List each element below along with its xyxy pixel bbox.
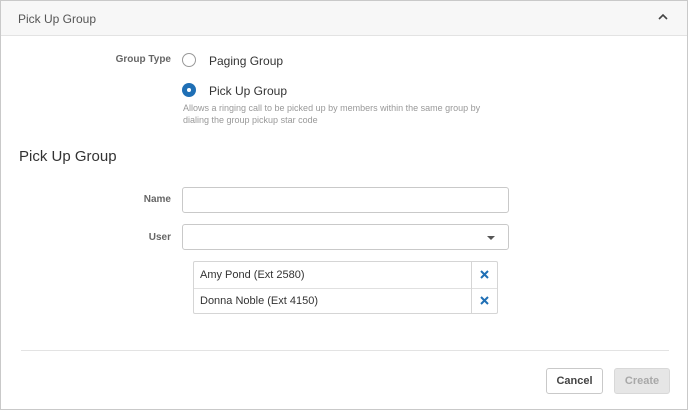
cancel-button[interactable]: Cancel: [546, 368, 603, 394]
section-title: Pick Up Group: [19, 148, 117, 165]
radio-label-paging-group: Paging Group: [209, 54, 284, 68]
user-select[interactable]: [182, 224, 509, 250]
list-item: Donna Noble (Ext 4150): [194, 288, 497, 313]
user-name: Amy Pond (Ext 2580): [200, 269, 305, 281]
close-icon: [480, 296, 489, 305]
pickup-group-panel: Pick Up Group Group Type Paging Group Pi…: [0, 0, 688, 410]
panel-title: Pick Up Group: [18, 12, 97, 26]
user-name: Donna Noble (Ext 4150): [200, 295, 319, 307]
name-input[interactable]: [182, 187, 509, 213]
radio-label-pick-up-group: Pick Up Group: [209, 84, 288, 98]
footer-divider: [21, 350, 669, 351]
remove-user-button[interactable]: [471, 288, 497, 313]
panel-header[interactable]: Pick Up Group: [1, 1, 687, 36]
remove-user-button[interactable]: [471, 262, 497, 288]
close-icon: [480, 270, 489, 279]
create-button[interactable]: Create: [614, 368, 670, 394]
chevron-up-icon[interactable]: [656, 10, 670, 24]
name-label: Name: [143, 194, 171, 205]
caret-down-icon: [487, 236, 495, 240]
radio-paging-group[interactable]: [182, 53, 196, 67]
group-type-help-text: Allows a ringing call to be picked up by…: [183, 103, 481, 125]
selected-users-list: Amy Pond (Ext 2580) Donna Noble (Ext 415…: [193, 261, 498, 314]
radio-pick-up-group[interactable]: [182, 83, 196, 97]
list-item: Amy Pond (Ext 2580): [194, 262, 497, 289]
user-label: User: [148, 232, 171, 243]
group-type-label: Group Type: [115, 54, 171, 65]
